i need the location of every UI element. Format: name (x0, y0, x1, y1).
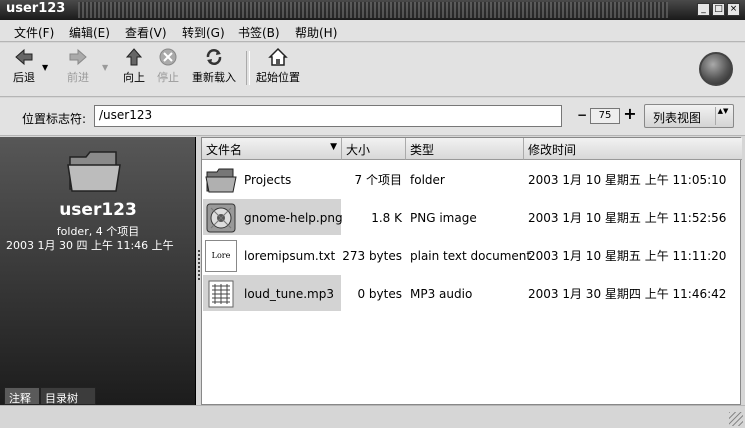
forward-arrow-icon (69, 48, 87, 66)
home-label: 起始位置 (256, 71, 300, 84)
file-size: 0 bytes (357, 287, 402, 301)
file-type: MP3 audio (410, 287, 473, 301)
menu-go[interactable]: 转到(G) (182, 24, 225, 41)
up-arrow-icon (125, 48, 143, 66)
column-header-name[interactable]: 文件名 ▼ (202, 138, 342, 160)
file-name: loremipsum.txt (244, 249, 336, 263)
column-header-type[interactable]: 类型 (406, 138, 524, 160)
zoom-out-button[interactable]: − (575, 109, 589, 123)
titlebar-pattern (78, 2, 668, 18)
folder-icon (67, 151, 121, 192)
location-bar: 位置标志符: /user123 − 75 + 列表视图 ▲▼ (0, 98, 745, 136)
back-button[interactable]: 后退 (8, 47, 40, 85)
menu-file[interactable]: 文件(F) (14, 24, 54, 41)
menu-help[interactable]: 帮助(H) (295, 24, 337, 41)
back-arrow-icon (15, 48, 33, 66)
reload-icon (206, 49, 222, 65)
zoom-level: 75 (590, 108, 620, 124)
menu-edit[interactable]: 编辑(E) (69, 24, 110, 41)
up-button[interactable]: 向上 (118, 47, 150, 85)
up-label: 向上 (123, 71, 145, 84)
sidebar-folder-name: user123 (59, 200, 137, 220)
file-type: plain text document (410, 249, 532, 263)
menu-bookmarks[interactable]: 书签(B) (238, 24, 280, 41)
menu-bar: 文件(F) 编辑(E) 查看(V) 转到(G) 书签(B) 帮助(H) (0, 20, 745, 42)
home-icon (268, 47, 288, 66)
close-button[interactable]: × (727, 3, 740, 16)
stop-label: 停止 (157, 71, 179, 84)
file-modified: 2003 1月 10 星期五 上午 11:11:20 (528, 249, 727, 263)
file-type: PNG image (410, 211, 477, 225)
file-list: 文件名 ▼ 大小 类型 修改时间 Projects 7 个项目 folder 2… (201, 137, 742, 405)
text-file-icon: Lore (205, 240, 237, 272)
updown-arrows-icon: ▲▼ (715, 107, 730, 125)
location-label: 位置标志符: (22, 112, 87, 126)
file-modified: 2003 1月 30 星期四 上午 11:46:42 (528, 287, 727, 301)
sidebar-panel: user123 folder, 4 个项目 2003 1月 30 四 上午 11… (0, 137, 196, 405)
menu-view[interactable]: 查看(V) (125, 24, 167, 41)
forward-label: 前进 (67, 71, 89, 84)
reload-label: 重新载入 (192, 71, 236, 84)
resize-grip-icon[interactable] (729, 412, 743, 426)
minimize-button[interactable]: _ (697, 3, 710, 16)
reload-button[interactable]: 重新载入 (188, 47, 240, 85)
folder-icon (205, 168, 237, 193)
file-size: 273 bytes (342, 249, 402, 263)
forward-button[interactable]: 前进 (62, 47, 94, 85)
file-row[interactable]: Lore loremipsum.txt 273 bytes plain text… (202, 237, 742, 275)
file-name: Projects (244, 173, 292, 187)
back-label: 后退 (13, 71, 35, 84)
back-dropdown-icon[interactable]: ▼ (42, 63, 48, 72)
maximize-button[interactable]: □ (712, 3, 725, 16)
window-title: user123 (6, 1, 66, 16)
toolbar: 后退 ▼ 前进 ▼ 向上 停止 重新载入 起始位置 (0, 43, 745, 97)
image-icon (206, 203, 236, 233)
file-size: 1.8 K (371, 211, 402, 225)
audio-file-icon (208, 280, 234, 308)
sort-descending-icon: ▼ (330, 142, 337, 152)
view-mode-select[interactable]: 列表视图 ▲▼ (644, 104, 734, 128)
file-type: folder (410, 173, 445, 187)
home-button[interactable]: 起始位置 (252, 47, 304, 85)
tab-tree[interactable]: 目录树 (40, 387, 96, 405)
view-mode-label: 列表视图 (653, 111, 702, 125)
zoom-in-button[interactable]: + (622, 106, 638, 123)
file-row[interactable]: loud_tune.mp3 0 bytes MP3 audio 2003 1月 … (202, 275, 742, 313)
status-bar (0, 405, 745, 428)
stop-button[interactable]: 停止 (152, 47, 184, 85)
title-bar[interactable]: user123 _ □ × (0, 0, 745, 20)
toolbar-separator (246, 51, 250, 85)
file-row[interactable]: gnome-help.png 1.8 K PNG image 2003 1月 1… (202, 199, 742, 237)
file-name: gnome-help.png (244, 211, 343, 225)
file-modified: 2003 1月 10 星期五 上午 11:05:10 (528, 173, 727, 187)
tab-notes[interactable]: 注释 (4, 387, 40, 405)
column-header-modified[interactable]: 修改时间 (524, 138, 742, 160)
column-header-size[interactable]: 大小 (342, 138, 406, 160)
activity-throbber-icon (699, 52, 733, 86)
column-header-name-label: 文件名 (206, 143, 243, 157)
file-name: loud_tune.mp3 (244, 287, 334, 301)
forward-dropdown-icon[interactable]: ▼ (102, 63, 108, 72)
file-modified: 2003 1月 10 星期五 上午 11:52:56 (528, 211, 727, 225)
file-size: 7 个项目 (354, 173, 402, 187)
location-input[interactable]: /user123 (94, 105, 562, 127)
sidebar-folder-date: 2003 1月 30 四 上午 11:46 上午 (6, 239, 174, 252)
file-row[interactable]: Projects 7 个项目 folder 2003 1月 10 星期五 上午 … (202, 161, 742, 199)
stop-icon (159, 48, 177, 66)
